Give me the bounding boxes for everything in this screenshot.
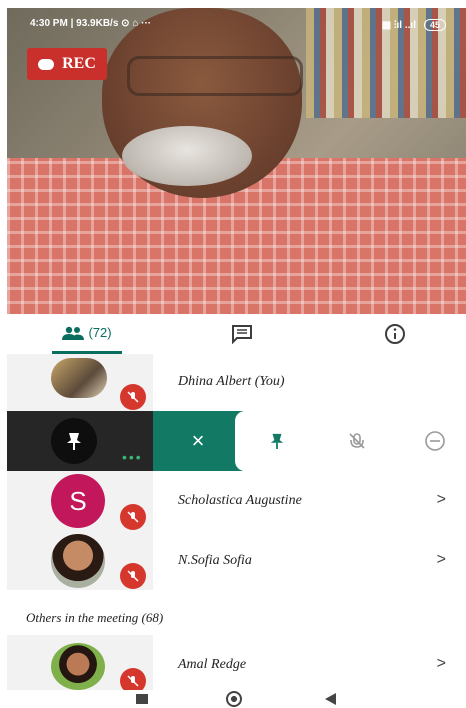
participant-name: Dhina Albert (You) [178,374,285,389]
people-count: (72) [88,325,112,340]
close-icon: × [191,428,205,453]
tab-people[interactable]: (72) [52,314,122,354]
chevron-right-icon[interactable]: > [437,491,446,509]
avatar: S [51,474,105,528]
mic-off-icon [120,384,146,410]
close-actions-button[interactable]: × [153,411,243,471]
avatar-letter: S [69,485,87,516]
beard [122,126,252,186]
tab-chat[interactable] [222,314,262,354]
status-bar: 4:30 PM | 93.9KB/s ⊙ ⌂ ··· ▦ ⫶ıl ..ıl 45 [30,18,446,32]
home-icon[interactable] [226,691,242,707]
chevron-right-icon[interactable]: > [437,655,446,673]
more-dots-icon[interactable]: ••• [122,449,143,465]
mic-off-icon [120,504,146,530]
others-section-title: Others in the meeting (68) [26,610,164,625]
people-icon [62,326,85,340]
tab-info[interactable] [375,314,415,354]
pin-button[interactable] [265,429,289,453]
pin-icon [67,433,81,450]
avatar [51,534,105,588]
avatar [51,358,107,398]
remove-icon [425,431,445,451]
participant-name: N.Sofia Sofia [178,553,252,568]
system-nav-bar [0,690,466,708]
back-icon[interactable] [325,693,336,705]
mic-off-icon [120,563,146,589]
pinned-avatar [51,418,97,464]
participant-actions: ••• × [7,411,466,471]
rec-badge: REC [27,48,107,80]
chevron-right-icon[interactable]: > [437,551,446,569]
tab-bar: (72) [7,314,466,355]
mute-button[interactable] [345,429,369,453]
chat-icon [232,325,252,344]
recents-icon[interactable] [136,694,148,704]
signal-icon: ▦ ⫶ıl ..ıl [381,19,416,31]
participant-row[interactable]: Amal Redge > [7,635,466,694]
rec-label: REC [62,55,96,72]
battery-icon: 45 [423,19,446,31]
info-icon [385,324,405,344]
participant-name: Scholastica Augustine [178,493,302,508]
glasses [127,56,303,96]
rec-dot-icon [38,58,55,70]
participant-row[interactable]: S Scholastica Augustine > [7,471,466,531]
participant-row[interactable]: N.Sofia Sofia > [7,531,466,590]
mic-off-icon [349,433,365,449]
pin-icon [270,433,284,449]
participant-name: Amal Redge [178,657,247,672]
participant-row-you[interactable]: Dhina Albert (You) [7,354,466,411]
remove-button[interactable] [423,429,447,453]
status-left: 4:30 PM | 93.9KB/s ⊙ ⌂ ··· [30,18,152,29]
avatar [51,643,105,690]
